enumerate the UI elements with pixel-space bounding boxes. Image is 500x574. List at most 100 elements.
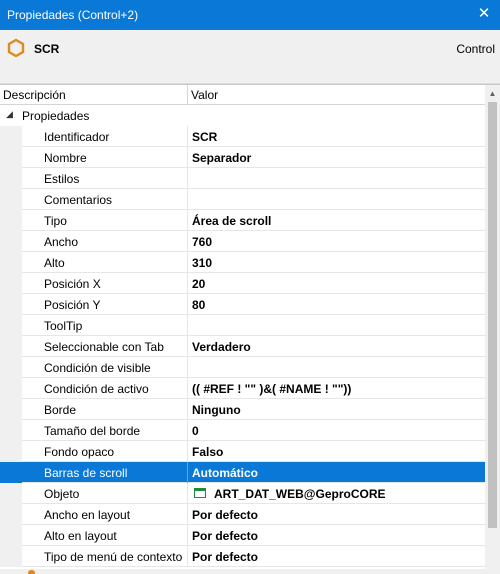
property-name: Tipo de menú de contexto <box>44 550 183 564</box>
row-gutter <box>0 273 22 294</box>
property-row[interactable]: Posición Y 80 <box>0 294 485 315</box>
property-name: Seleccionable con Tab <box>44 340 164 354</box>
row-divider <box>187 168 188 189</box>
property-row[interactable]: ToolTip <box>0 315 485 336</box>
row-gutter <box>0 147 22 168</box>
property-name: Objeto <box>44 487 80 501</box>
column-header: Descripción Valor <box>0 85 485 105</box>
property-row[interactable]: Condición de activo (( #REF ! "" )&( #NAM… <box>0 378 485 399</box>
property-value[interactable]: 310 <box>192 256 212 270</box>
property-row[interactable]: Ancho en layout Por defecto <box>0 504 485 525</box>
property-value[interactable]: Área de scroll <box>192 214 271 228</box>
property-row[interactable]: Nombre Separador <box>0 147 485 168</box>
row-divider <box>187 147 188 168</box>
row-divider <box>187 504 188 525</box>
row-gutter <box>0 315 22 336</box>
category-row[interactable]: ◢ Propiedades <box>0 105 485 126</box>
property-row[interactable]: Objeto ART_DAT_WEB@GeproCORE <box>0 483 485 504</box>
row-gutter <box>0 525 22 546</box>
property-value[interactable]: Por defecto <box>192 508 258 522</box>
row-divider <box>187 315 188 336</box>
property-value[interactable]: 80 <box>192 298 205 312</box>
property-name: Posición X <box>44 277 101 291</box>
property-name: Fondo opaco <box>44 445 115 459</box>
property-row[interactable]: Alto en layout Por defecto <box>0 525 485 546</box>
property-row[interactable]: Fondo opaco Falso <box>0 441 485 462</box>
property-value[interactable]: 0 <box>192 424 199 438</box>
row-divider <box>187 273 188 294</box>
property-row[interactable]: Comentarios <box>0 189 485 210</box>
property-value[interactable]: Por defecto <box>192 550 258 564</box>
property-value[interactable]: Ninguno <box>192 403 241 417</box>
scroll-up-icon[interactable]: ▲ <box>485 85 500 102</box>
property-value[interactable]: Por defecto <box>192 529 258 543</box>
scrollbar-thumb[interactable] <box>488 102 497 528</box>
row-divider <box>187 357 188 378</box>
object-header: SCR Control <box>0 30 500 84</box>
property-row[interactable]: Tipo Área de scroll <box>0 210 485 231</box>
row-gutter <box>0 483 22 504</box>
row-gutter <box>0 441 22 462</box>
row-gutter <box>0 294 22 315</box>
property-name: Borde <box>44 403 77 417</box>
property-value[interactable]: Automático <box>192 466 258 480</box>
property-value[interactable]: Falso <box>192 445 223 459</box>
row-divider <box>187 336 188 357</box>
property-row[interactable]: Alto 310 <box>0 252 485 273</box>
property-row[interactable]: Ancho 760 <box>0 231 485 252</box>
vertical-scrollbar[interactable]: ▲ <box>485 85 500 574</box>
property-row[interactable]: Estilos <box>0 168 485 189</box>
property-name: Alto <box>44 256 65 270</box>
property-row[interactable]: Barras de scroll Automático <box>0 462 485 483</box>
row-divider <box>187 231 188 252</box>
property-row[interactable]: Tamaño del borde 0 <box>0 420 485 441</box>
object-type: Control <box>456 42 495 56</box>
property-value[interactable]: Verdadero <box>192 340 251 354</box>
property-row[interactable]: Seleccionable con Tab Verdadero <box>0 336 485 357</box>
property-value[interactable]: 760 <box>192 235 212 249</box>
row-gutter <box>0 189 22 210</box>
column-divider[interactable] <box>187 85 188 105</box>
close-icon[interactable]: ✕ <box>476 6 492 22</box>
property-name: Ancho <box>44 235 79 249</box>
row-divider <box>187 399 188 420</box>
window-icon <box>194 488 206 498</box>
property-rows: Identificador SCR Nombre Separador Estilos Co… <box>0 126 485 567</box>
row-divider <box>187 483 188 504</box>
property-name: Comentarios <box>44 193 113 207</box>
row-divider <box>187 252 188 273</box>
property-value[interactable]: Separador <box>192 151 251 165</box>
property-row[interactable]: Borde Ninguno <box>0 399 485 420</box>
property-name: Estilos <box>44 172 80 186</box>
property-value[interactable]: (( #REF ! "" )&( #NAME ! "")) <box>192 382 351 396</box>
property-name: Condición de visible <box>44 361 151 375</box>
row-divider <box>187 525 188 546</box>
row-divider <box>187 420 188 441</box>
property-name: Ancho en layout <box>44 508 131 522</box>
property-row[interactable]: Tipo de menú de contexto Por defecto <box>0 546 485 567</box>
row-gutter <box>0 462 22 483</box>
property-value[interactable]: 20 <box>192 277 205 291</box>
property-name: ToolTip <box>44 319 83 333</box>
hexagon-icon <box>7 38 25 58</box>
property-value[interactable]: SCR <box>192 130 217 144</box>
expand-arrow-icon[interactable]: ◢ <box>6 109 13 120</box>
property-row[interactable]: Condición de visible <box>0 357 485 378</box>
column-header-value[interactable]: Valor <box>191 88 218 102</box>
property-row[interactable]: Posición X 20 <box>0 273 485 294</box>
category-icon <box>28 570 35 574</box>
row-gutter <box>0 546 22 567</box>
property-value[interactable]: ART_DAT_WEB@GeproCORE <box>214 487 386 501</box>
row-gutter <box>0 420 22 441</box>
property-row[interactable]: Identificador SCR <box>0 126 485 147</box>
row-divider <box>187 189 188 210</box>
property-name: Tamaño del borde <box>44 424 141 438</box>
row-divider <box>187 294 188 315</box>
property-name: Identificador <box>44 130 110 144</box>
row-divider <box>187 126 188 147</box>
row-divider <box>187 462 188 483</box>
row-gutter <box>0 336 22 357</box>
column-header-name[interactable]: Descripción <box>3 88 66 102</box>
next-section-peek <box>0 569 500 574</box>
window-title: Propiedades (Control+2) <box>7 8 139 22</box>
